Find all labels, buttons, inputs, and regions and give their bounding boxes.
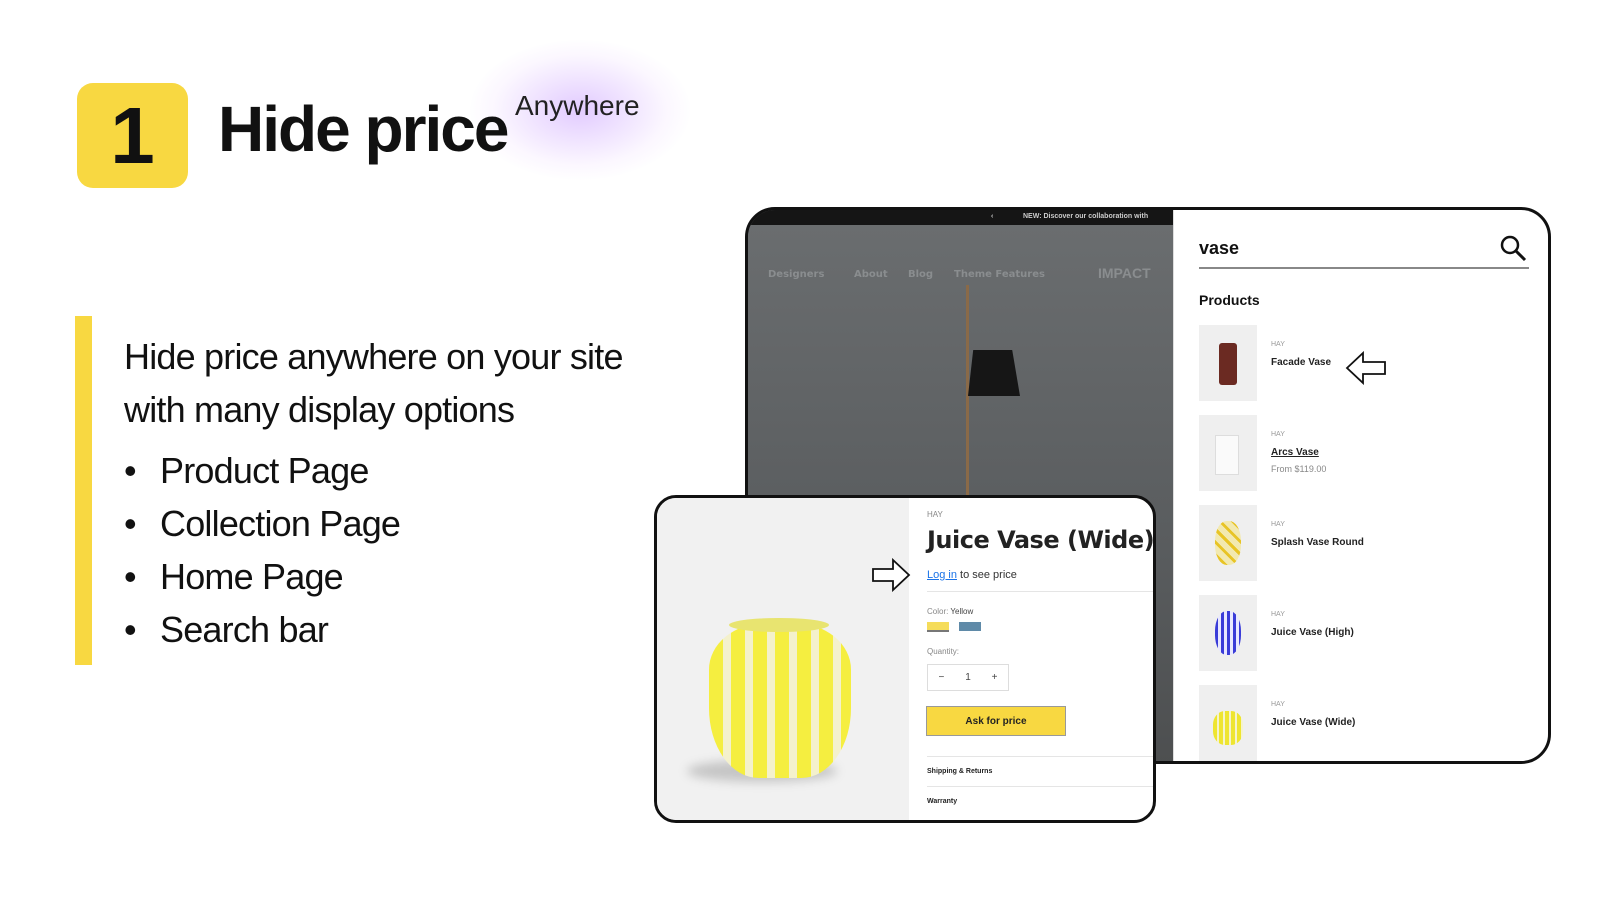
slide-title: Hide price (218, 93, 509, 165)
product-brand: HAY (927, 510, 943, 519)
login-to-see-price: Log in to see price (927, 569, 1017, 581)
product-image (657, 498, 911, 820)
swatch-yellow[interactable] (927, 622, 949, 632)
step-number-badge: 1 (77, 83, 188, 188)
nav-theme-features[interactable]: Theme Features (954, 269, 1045, 280)
vase-illustration (709, 623, 851, 778)
result-brand: HAY (1271, 701, 1285, 708)
result-brand: HAY (1271, 341, 1285, 348)
result-name[interactable]: Juice Vase (High) (1271, 627, 1354, 638)
description-line: with many display options (124, 389, 515, 430)
login-text: to see price (956, 569, 1017, 581)
vase-rim (729, 618, 829, 632)
search-result[interactable]: HAY Splash Vase Round (1199, 505, 1529, 581)
title-superscript: Anywhere (515, 90, 640, 121)
increment-button[interactable]: + (992, 672, 998, 683)
search-result[interactable]: HAY Facade Vase (1199, 325, 1529, 401)
result-brand: HAY (1271, 431, 1285, 438)
accordion-warranty[interactable]: Warranty (927, 798, 957, 805)
description: Hide price anywhere on your site with man… (124, 330, 623, 436)
products-heading: Products (1199, 292, 1260, 308)
product-details: HAY Juice Vase (Wide) Log in to see pric… (909, 498, 1155, 820)
search-result[interactable]: HAY Arcs Vase From $119.00 (1199, 415, 1529, 491)
decrement-button[interactable]: − (938, 672, 944, 683)
bullet-item: • Search bar (124, 609, 329, 650)
product-thumbnail (1199, 685, 1257, 761)
accordion-shipping[interactable]: Shipping & Returns (927, 768, 992, 775)
search-icon[interactable] (1499, 234, 1527, 262)
color-label: Color: (927, 607, 949, 616)
store-logo[interactable]: IMPACT (1098, 265, 1151, 281)
product-thumbnail (1199, 595, 1257, 671)
search-input[interactable]: vase (1199, 238, 1239, 259)
search-result[interactable]: HAY Juice Vase (High) (1199, 595, 1529, 671)
login-link[interactable]: Log in (927, 569, 957, 581)
quantity-label: Quantity: (927, 647, 960, 656)
announcement-text: NEW: Discover our collaboration with (1023, 213, 1149, 220)
quantity-value[interactable]: 1 (965, 672, 971, 683)
arrow-right-icon (872, 558, 911, 592)
bullet-item: • Home Page (124, 556, 344, 597)
bullet-text: Product Page (160, 450, 369, 491)
lamp-shade (968, 350, 1020, 396)
result-name[interactable]: Arcs Vase (1271, 447, 1319, 458)
result-name[interactable]: Juice Vase (Wide) (1271, 717, 1355, 728)
product-title: Juice Vase (Wide) (927, 526, 1155, 554)
nav-about[interactable]: About (854, 269, 888, 280)
nav-blog[interactable]: Blog (908, 269, 933, 280)
bullet-text: Search bar (160, 609, 329, 650)
result-brand: HAY (1271, 521, 1285, 528)
result-name[interactable]: Facade Vase (1271, 357, 1331, 368)
bullet-item: • Collection Page (124, 503, 401, 544)
bullet-text: Collection Page (160, 503, 401, 544)
swatch-blue[interactable] (959, 622, 981, 631)
arrow-left-icon (1345, 351, 1386, 385)
accent-bar (75, 316, 92, 665)
search-result[interactable]: HAY Juice Vase (Wide) (1199, 685, 1529, 761)
search-underline (1199, 267, 1529, 269)
chevron-left-icon[interactable]: ‹ (991, 213, 993, 220)
search-panel: vase Products HAY Facade Vase HAY Arcs Vas… (1173, 210, 1548, 761)
product-page-screenshot: HAY Juice Vase (Wide) Log in to see pric… (654, 495, 1156, 823)
color-value: Yellow (950, 607, 974, 616)
nav-designers[interactable]: Designers (768, 269, 824, 280)
bullet-item: • Product Page (124, 450, 369, 491)
product-thumbnail (1199, 505, 1257, 581)
description-line: Hide price anywhere on your site (124, 336, 623, 377)
divider (927, 756, 1153, 757)
bullet-text: Home Page (160, 556, 344, 597)
ask-for-price-button[interactable]: Ask for price (926, 706, 1066, 736)
divider (927, 591, 1153, 592)
result-name[interactable]: Splash Vase Round (1271, 537, 1364, 548)
quantity-stepper[interactable]: − 1 + (927, 664, 1009, 691)
result-price: From $119.00 (1271, 464, 1327, 474)
product-thumbnail (1199, 415, 1257, 491)
result-brand: HAY (1271, 611, 1285, 618)
product-thumbnail (1199, 325, 1257, 401)
divider (927, 786, 1153, 787)
